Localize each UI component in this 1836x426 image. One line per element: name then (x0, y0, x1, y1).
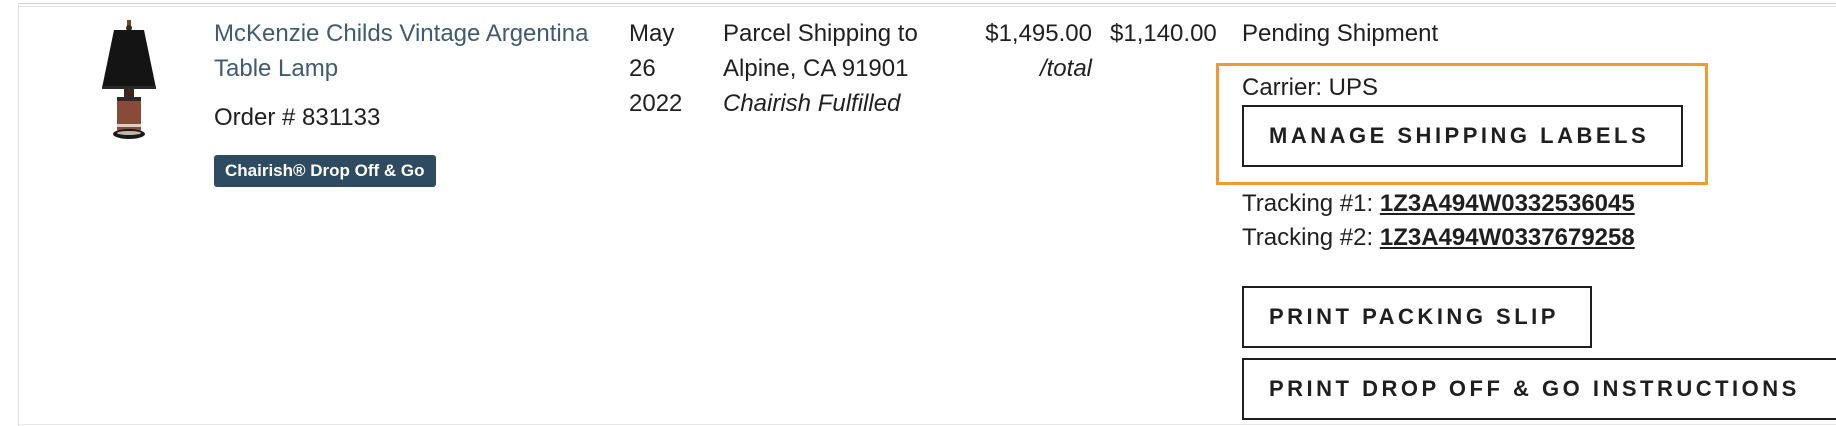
product-cell: McKenzie Childs Vintage Argentina Table … (214, 16, 594, 187)
order-row: McKenzie Childs Vintage Argentina Table … (0, 0, 1836, 426)
manage-shipping-labels-button[interactable]: MANAGE SHIPPING LABELS (1242, 105, 1683, 167)
order-date-day: 26 (629, 55, 656, 82)
price-unit: /total (1039, 55, 1092, 82)
tracking-row-1: Tracking #1: 1Z3A494W0332536045 (1242, 188, 1635, 220)
product-thumbnail[interactable] (94, 20, 164, 145)
row-divider-bottom (18, 424, 1836, 425)
row-divider-top-secondary (18, 6, 1836, 7)
tracking-label-2: Tracking #2: (1242, 224, 1380, 251)
payout-cell: $1,140.00 (1110, 16, 1217, 51)
order-date: May 26 2022 (629, 16, 689, 121)
carrier-label: Carrier: UPS (1242, 74, 1379, 101)
dropoff-go-badge: Chairish® Drop Off & Go (214, 155, 436, 187)
order-date-month: May (629, 20, 675, 47)
fulfillment-type: Chairish Fulfilled (723, 90, 901, 117)
tracking-row-2: Tracking #2: 1Z3A494W0337679258 (1242, 222, 1635, 254)
order-status: Pending Shipment (1242, 20, 1439, 47)
row-divider-top (18, 3, 1836, 4)
tracking-number-link-2[interactable]: 1Z3A494W0337679258 (1380, 224, 1635, 251)
shipping-cell: Parcel Shipping to Alpine, CA 91901 Chai… (723, 16, 943, 121)
tracking-number-link-1[interactable]: 1Z3A494W0332536045 (1380, 190, 1635, 217)
order-date-year: 2022 (629, 90, 683, 117)
payout-value: $1,140.00 (1110, 20, 1217, 47)
order-number: Order # 831133 (214, 104, 381, 131)
tracking-label-1: Tracking #1: (1242, 190, 1380, 217)
shipping-method: Parcel Shipping to (723, 20, 918, 47)
status-cell: Pending Shipment (1242, 16, 1836, 51)
print-dropoff-instructions-button[interactable]: PRINT DROP OFF & GO INSTRUCTIONS (1242, 358, 1836, 420)
price-cell: $1,495.00 /total (960, 16, 1092, 86)
price-value: $1,495.00 (985, 20, 1092, 47)
product-name-link[interactable]: McKenzie Childs Vintage Argentina Table … (214, 16, 594, 86)
shipping-destination: Alpine, CA 91901 (723, 55, 909, 82)
row-divider-left (18, 3, 19, 426)
print-packing-slip-button[interactable]: PRINT PACKING SLIP (1242, 286, 1592, 348)
